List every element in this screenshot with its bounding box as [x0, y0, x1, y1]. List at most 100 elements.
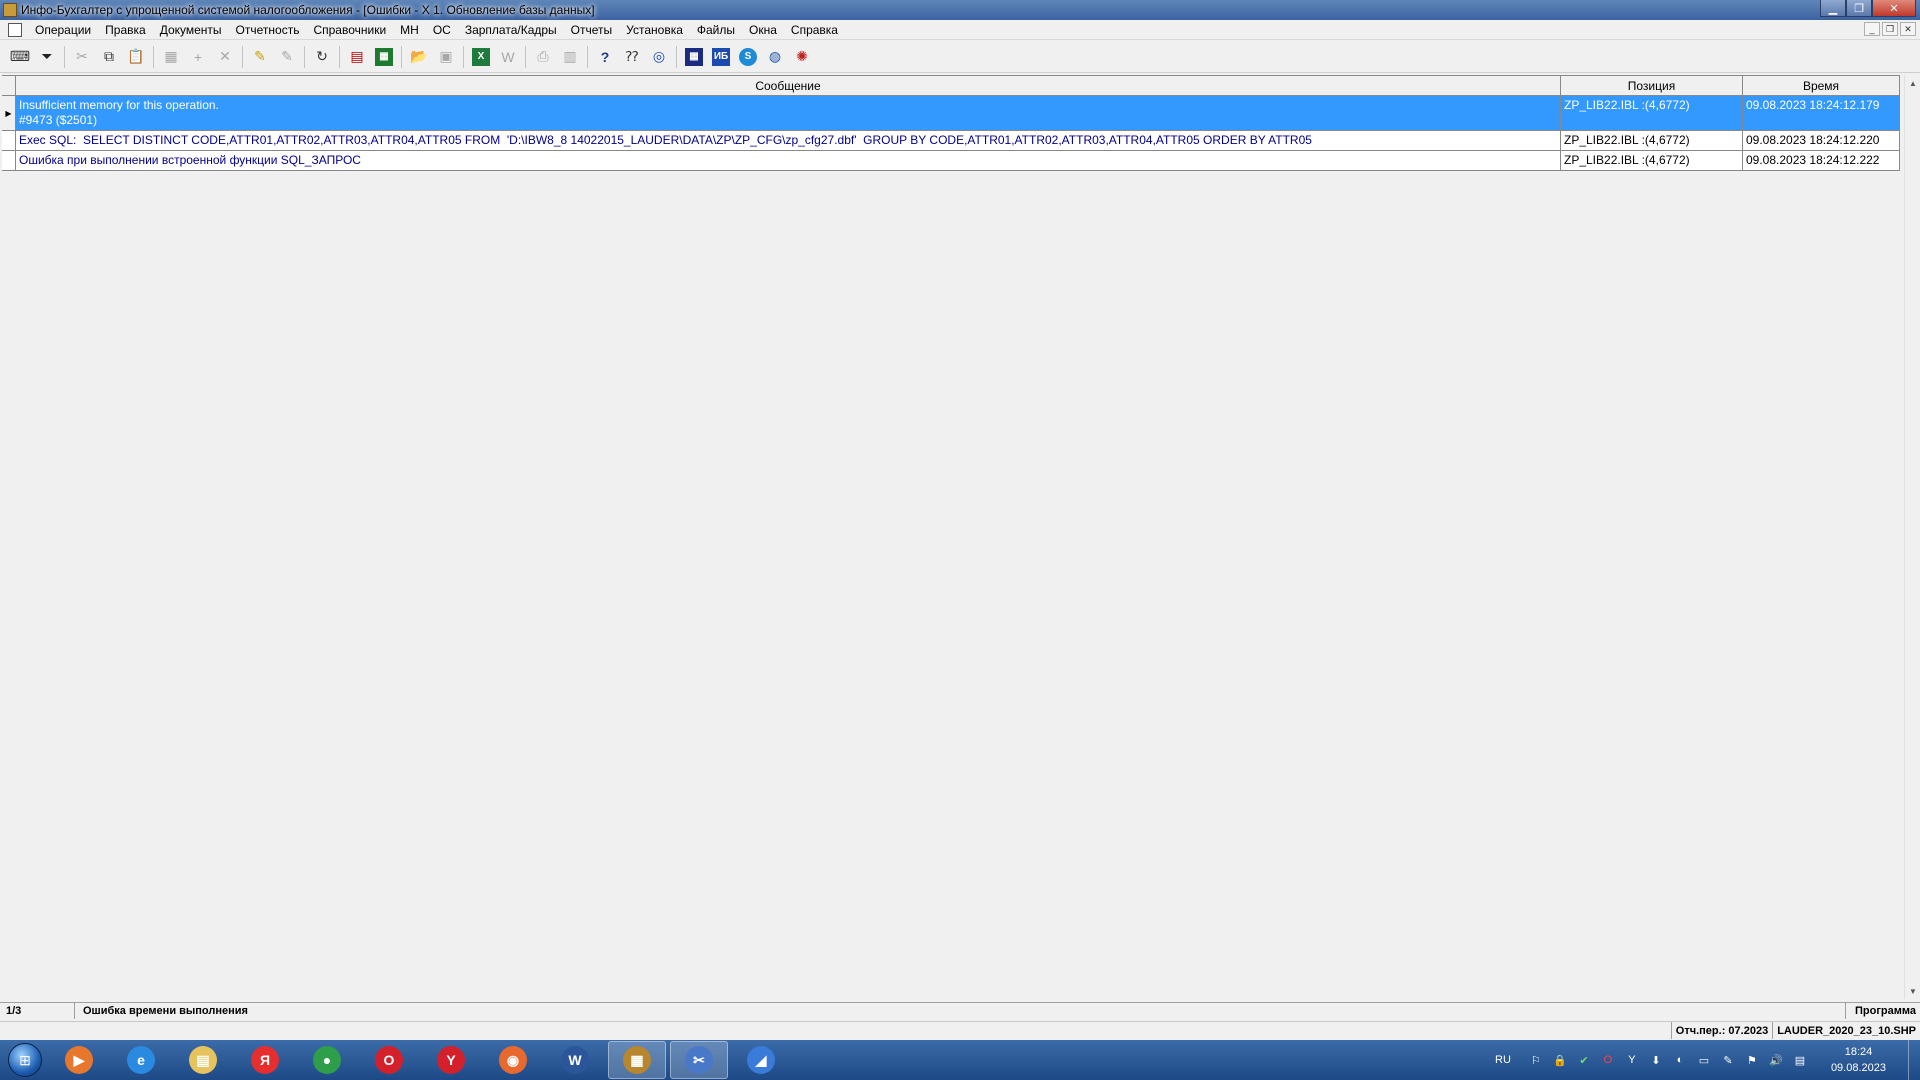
column-header-time[interactable]: Время: [1743, 76, 1900, 95]
taskbar-app-browser[interactable]: ◢: [732, 1041, 790, 1079]
keyboard-icon[interactable]: ⌨: [8, 45, 32, 69]
word-icon: W: [561, 1046, 589, 1074]
menu-os[interactable]: ОС: [426, 23, 458, 37]
filter-icon[interactable]: ⏷: [35, 45, 59, 69]
mark-icon[interactable]: ✎: [248, 45, 272, 69]
mdi-minimize-button[interactable]: _: [1864, 22, 1880, 36]
cell-time[interactable]: 09.08.2023 18:24:12.222: [1743, 151, 1900, 170]
taskbar-app-word[interactable]: W: [546, 1041, 604, 1079]
drive-icon[interactable]: ▭: [1697, 1053, 1711, 1067]
maximize-button[interactable]: ❐: [1846, 0, 1872, 17]
menu-windows[interactable]: Окна: [742, 23, 784, 37]
app-status-bar: Отч.пер.: 07.2023 LAUDER_2020_23_10.SHP: [0, 1021, 1920, 1039]
menu-payroll[interactable]: Зарплата/Кадры: [458, 23, 564, 37]
refresh-icon[interactable]: ↻: [310, 45, 334, 69]
cell-time[interactable]: 09.08.2023 18:24:12.179: [1743, 96, 1900, 130]
copy-icon[interactable]: ⧉: [97, 45, 121, 69]
mdi-close-button[interactable]: ✕: [1900, 22, 1916, 36]
mdi-restore-button[interactable]: ❐: [1882, 22, 1898, 36]
taskbar-app-firefox[interactable]: ◉: [484, 1041, 542, 1079]
flag-icon[interactable]: ⚑: [1745, 1053, 1759, 1067]
skype-icon[interactable]: S: [736, 45, 760, 69]
taskbar-app-yandex[interactable]: Я: [236, 1041, 294, 1079]
menu-mn[interactable]: МН: [393, 23, 426, 37]
taskbar-app-file-explorer[interactable]: ▤: [174, 1041, 232, 1079]
opera-tray-icon[interactable]: O: [1601, 1053, 1615, 1067]
preview-icon[interactable]: ▥: [558, 45, 582, 69]
context-help-icon[interactable]: ⁇: [620, 45, 644, 69]
menu-operations[interactable]: Операции: [28, 23, 98, 37]
menu-help[interactable]: Справка: [784, 23, 845, 37]
save-icon[interactable]: ▣: [434, 45, 458, 69]
pdf-icon[interactable]: ▤: [345, 45, 369, 69]
menu-files[interactable]: Файлы: [690, 23, 742, 37]
taskbar-app-chrome[interactable]: ●: [298, 1041, 356, 1079]
excel-icon[interactable]: X: [469, 45, 493, 69]
info-icon[interactable]: ИБ: [709, 45, 733, 69]
column-header-message[interactable]: Сообщение: [16, 76, 1561, 95]
yandex-tray-icon[interactable]: Y: [1625, 1053, 1639, 1067]
scroll-down-icon[interactable]: ▼: [1905, 983, 1920, 999]
table-row[interactable]: Exec SQL: SELECT DISTINCT CODE,ATTR01,AT…: [2, 131, 1900, 151]
calendar-icon[interactable]: ▦: [682, 45, 706, 69]
taskbar-app-yandex-browser[interactable]: Y: [422, 1041, 480, 1079]
toolbar: ⌨ ⏷ ✂ ⧉ 📋 ▦ + ✕ ✎ ✎ ↻ ▤ ▦ 📂 ▣ X W ⎙ ▥ ? …: [0, 41, 1920, 73]
pen-icon[interactable]: ✎: [1721, 1053, 1735, 1067]
network-icon[interactable]: ✺: [790, 45, 814, 69]
show-desktop-button[interactable]: [1908, 1040, 1920, 1080]
cell-time[interactable]: 09.08.2023 18:24:12.220: [1743, 131, 1900, 150]
menu-settings[interactable]: Установка: [619, 23, 690, 37]
compass-icon[interactable]: ◎: [647, 45, 671, 69]
taskbar-app-media-player[interactable]: ▶: [50, 1041, 108, 1079]
cell-position[interactable]: ZP_LIB22.IBL :(4,6772): [1561, 96, 1743, 130]
language-indicator[interactable]: RU: [1495, 1054, 1511, 1066]
delete-icon[interactable]: ✕: [213, 45, 237, 69]
title-bar: Инфо-Бухгалтер с упрощенной системой нал…: [0, 0, 1920, 20]
cell-message[interactable]: Insufficient memory for this operation. …: [16, 96, 1561, 130]
menu-reporting[interactable]: Отчетность: [229, 23, 307, 37]
menu-documents[interactable]: Документы: [153, 23, 229, 37]
cell-message[interactable]: Exec SQL: SELECT DISTINCT CODE,ATTR01,AT…: [16, 131, 1561, 150]
cell-message[interactable]: Ошибка при выполнении встроенной функции…: [16, 151, 1561, 170]
print-icon[interactable]: ⎙: [531, 45, 555, 69]
start-button[interactable]: ⊞: [0, 1040, 50, 1080]
unmark-icon[interactable]: ✎: [275, 45, 299, 69]
paste-icon[interactable]: 📋: [124, 45, 148, 69]
table-icon[interactable]: ▦: [372, 45, 396, 69]
menu-references[interactable]: Справочники: [306, 23, 393, 37]
close-button[interactable]: ✕: [1872, 0, 1916, 17]
document-icon[interactable]: [8, 22, 22, 37]
column-header-position[interactable]: Позиция: [1561, 76, 1743, 95]
add-icon[interactable]: +: [186, 45, 210, 69]
calculator-icon[interactable]: ▦: [159, 45, 183, 69]
menu-edit[interactable]: Правка: [98, 23, 153, 37]
cut-icon[interactable]: ✂: [70, 45, 94, 69]
media-player-icon: ▶: [65, 1046, 93, 1074]
taskbar-app-info-buhgalter[interactable]: ▦: [608, 1041, 666, 1079]
internet-explorer-icon: e: [127, 1046, 155, 1074]
clock[interactable]: 18:24 09.08.2023: [1831, 1044, 1886, 1076]
globe-icon[interactable]: ◍: [763, 45, 787, 69]
yandex-disk-icon[interactable]: ⬇: [1649, 1053, 1663, 1067]
shield-icon[interactable]: ✔: [1577, 1053, 1591, 1067]
antivirus-icon[interactable]: ⚐: [1529, 1053, 1543, 1067]
grid-header: Сообщение Позиция Время: [2, 75, 1900, 96]
vertical-scrollbar[interactable]: ▲ ▼: [1904, 75, 1920, 999]
minimize-button[interactable]: ▁: [1820, 0, 1846, 17]
table-row[interactable]: Ошибка при выполнении встроенной функции…: [2, 151, 1900, 171]
word-export-icon[interactable]: W: [496, 45, 520, 69]
taskbar-app-opera[interactable]: O: [360, 1041, 418, 1079]
table-row[interactable]: ▶ Insufficient memory for this operation…: [2, 96, 1900, 131]
open-folder-icon[interactable]: 📂: [407, 45, 431, 69]
taskbar-app-network-tool[interactable]: ✂: [670, 1041, 728, 1079]
lock-icon[interactable]: 🔒: [1553, 1053, 1567, 1067]
menu-reports[interactable]: Отчеты: [564, 23, 619, 37]
taskbar-app-internet-explorer[interactable]: e: [112, 1041, 170, 1079]
scroll-up-icon[interactable]: ▲: [1905, 75, 1920, 91]
cell-position[interactable]: ZP_LIB22.IBL :(4,6772): [1561, 151, 1743, 170]
help-icon[interactable]: ?: [593, 45, 617, 69]
cell-position[interactable]: ZP_LIB22.IBL :(4,6772): [1561, 131, 1743, 150]
volume-icon[interactable]: 🔊: [1769, 1053, 1783, 1067]
network-icon[interactable]: ▤: [1793, 1053, 1807, 1067]
steam-icon[interactable]: ◐: [1673, 1053, 1687, 1067]
